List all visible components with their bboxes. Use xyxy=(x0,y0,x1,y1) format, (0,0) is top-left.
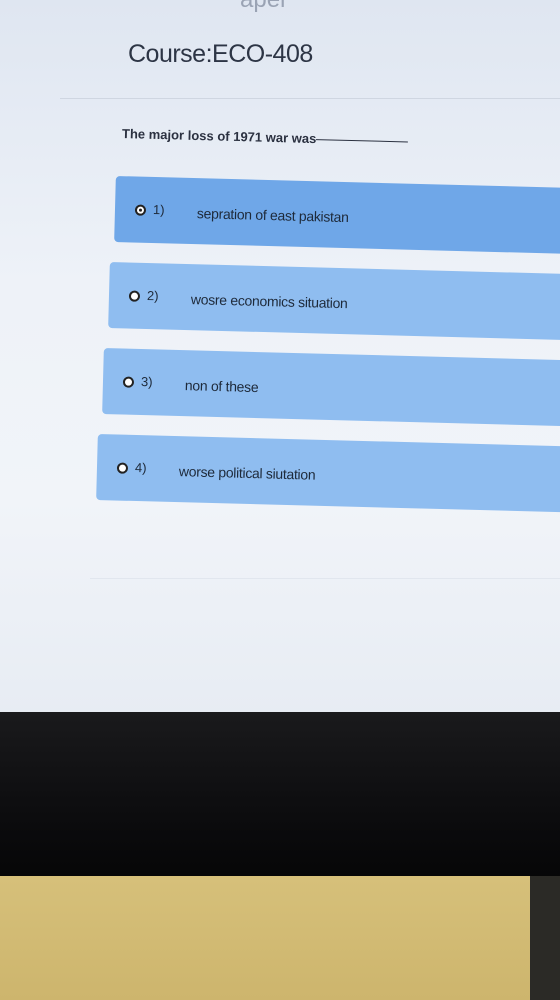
radio-button-checked[interactable] xyxy=(134,204,147,216)
option-number: 1) xyxy=(152,201,165,218)
radio-button[interactable] xyxy=(116,462,129,474)
option-label: sepration of east pakistan xyxy=(196,205,349,226)
page-header: aper xyxy=(240,0,288,14)
option-1[interactable]: 1) sepration of east pakistan xyxy=(114,176,560,255)
option-3[interactable]: 3) non of these xyxy=(102,348,560,427)
option-2[interactable]: 2) wosre economics situation xyxy=(108,262,560,341)
option-number: 4) xyxy=(134,459,147,476)
monitor-bezel xyxy=(0,712,560,887)
option-number: 2) xyxy=(146,287,159,304)
course-title: Course:ECO-408 xyxy=(128,40,313,68)
exam-screen: aper Course:ECO-408 The major loss of 19… xyxy=(0,0,560,715)
question-label: The major loss of 1971 war was xyxy=(121,126,317,147)
option-4[interactable]: 4) worse political siutation xyxy=(96,434,560,513)
answer-blank xyxy=(316,139,409,143)
desk-shadow xyxy=(530,876,560,1000)
option-label: worse political siutation xyxy=(178,463,316,483)
radio-button[interactable] xyxy=(122,376,135,388)
option-label: wosre economics situation xyxy=(190,291,348,312)
content-divider xyxy=(90,578,560,579)
option-number: 3) xyxy=(140,373,153,390)
option-label: non of these xyxy=(184,377,259,396)
header-divider xyxy=(60,98,560,99)
radio-button[interactable] xyxy=(128,290,141,302)
question-text: The major loss of 1971 war was xyxy=(122,126,409,148)
desk-surface xyxy=(0,876,530,1000)
